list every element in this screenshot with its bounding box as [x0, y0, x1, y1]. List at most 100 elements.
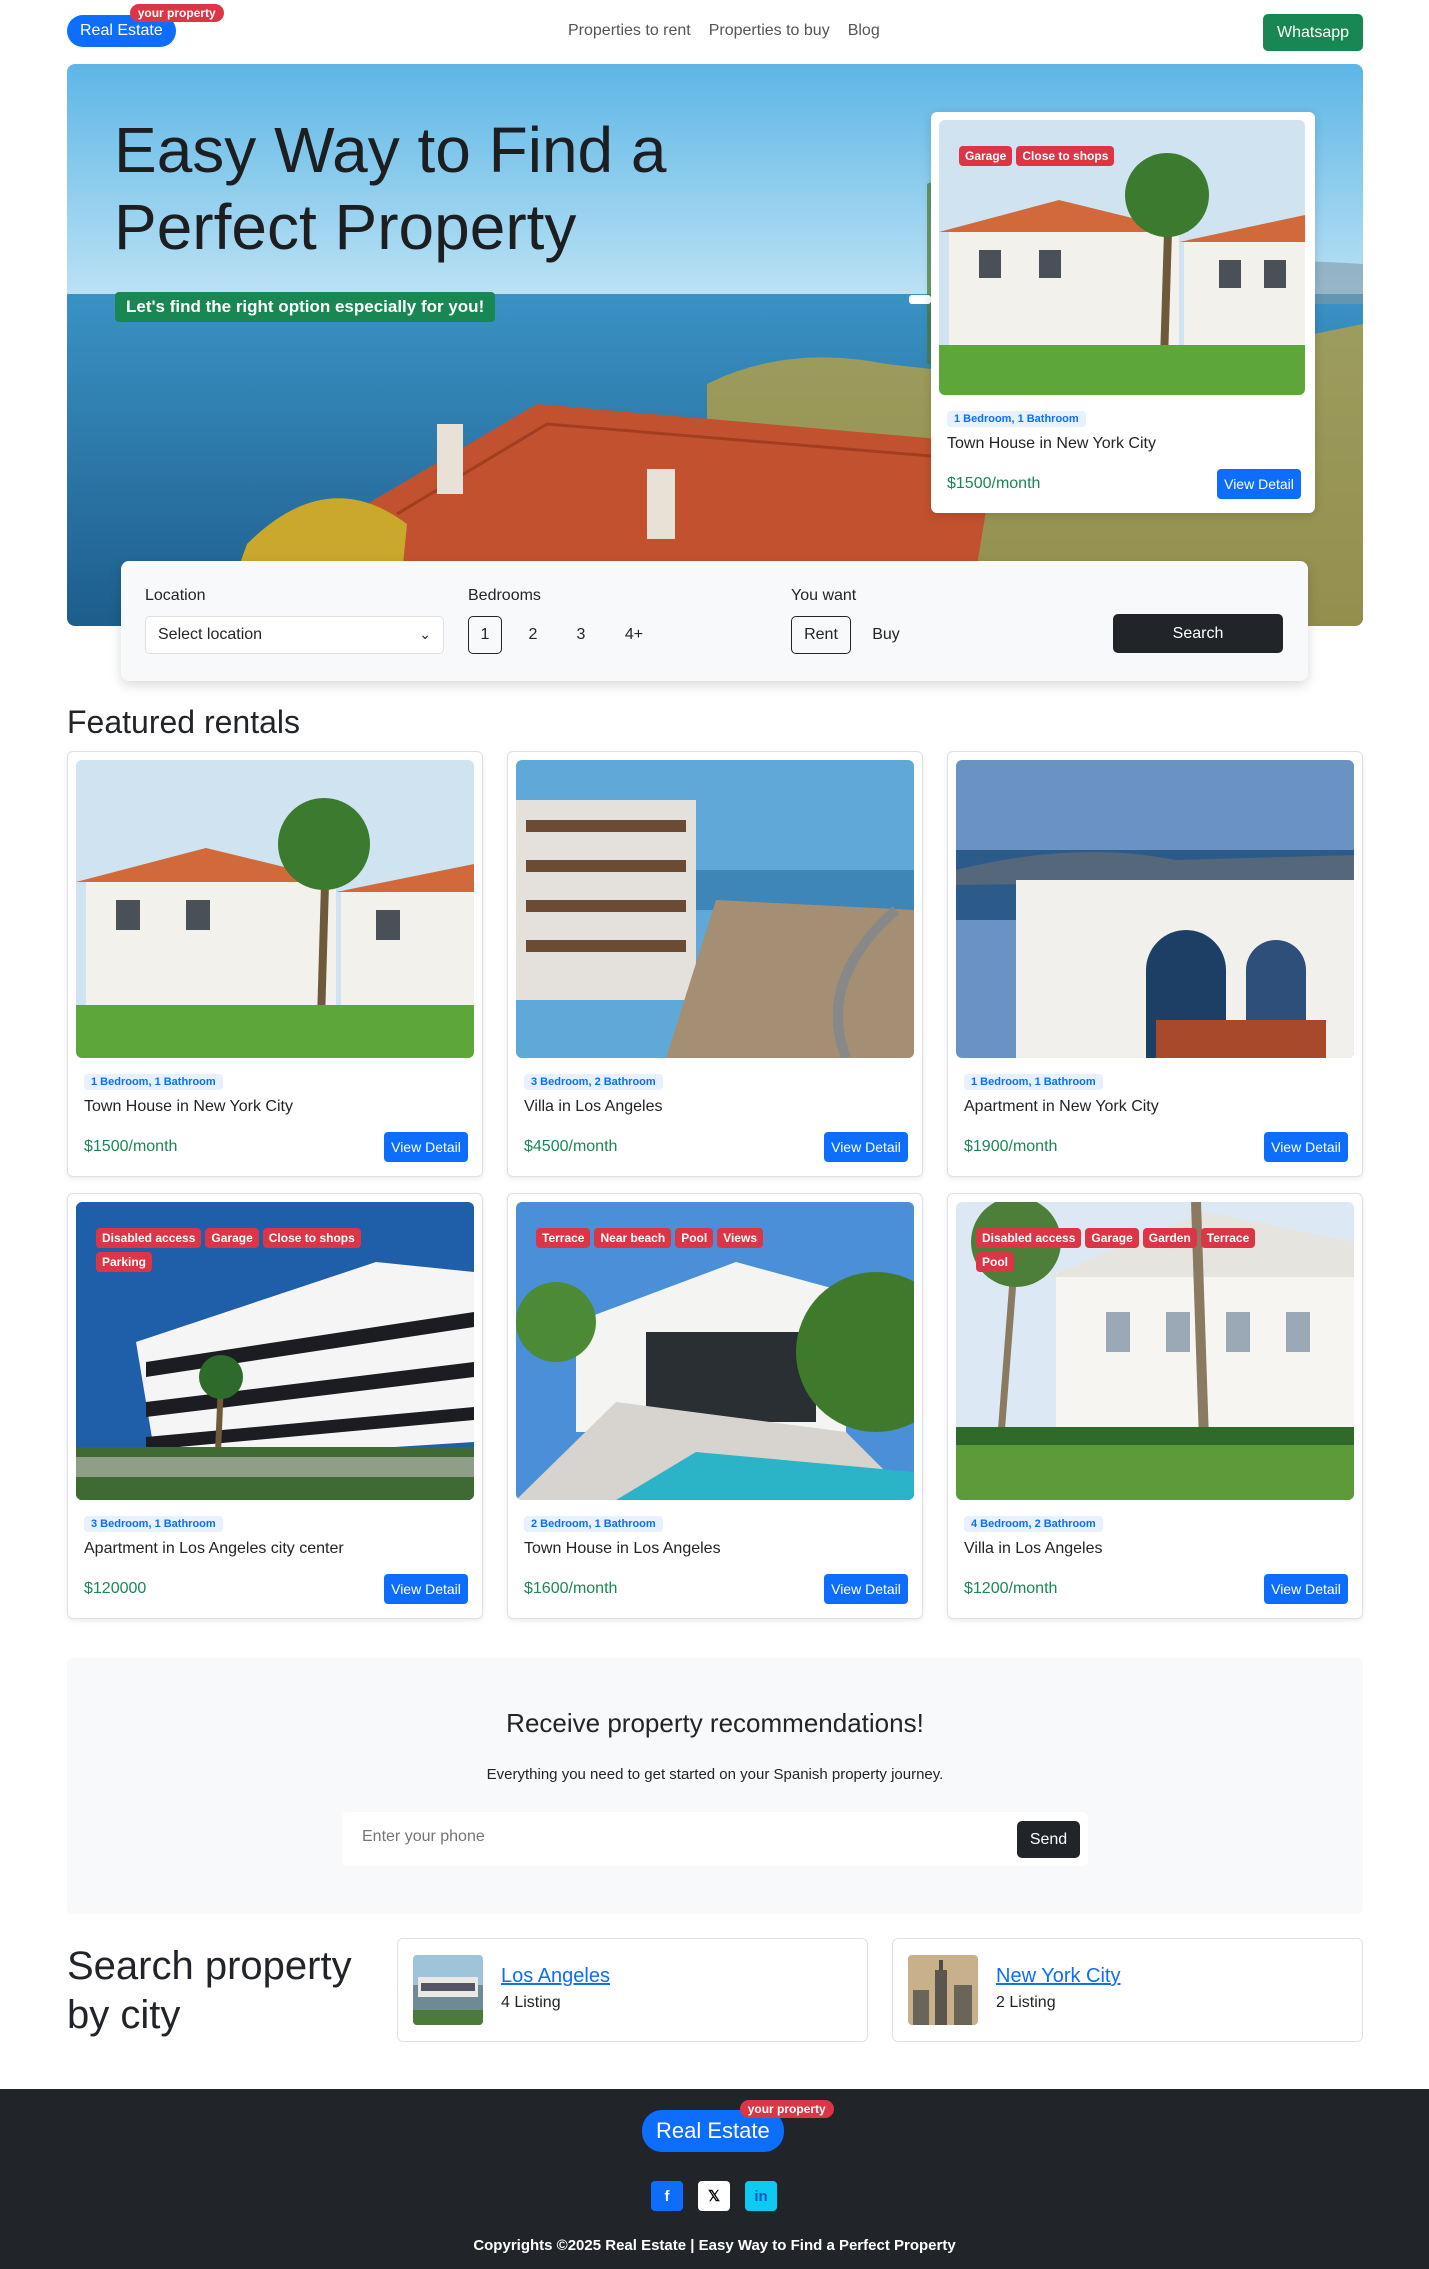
property-title: Villa in Los Angeles	[524, 1098, 663, 1115]
view-detail-button[interactable]: View Detail	[384, 1574, 468, 1604]
nav-properties-to-buy[interactable]: Properties to buy	[709, 22, 830, 40]
property-card[interactable]: 3 Bedroom, 2 Bathroom Villa in Los Angel…	[507, 751, 923, 1177]
property-image[interactable]	[956, 760, 1354, 1058]
tag: Terrace	[536, 1228, 591, 1248]
tag: Close to shops	[1016, 146, 1115, 166]
tag-list: Disabled access Garage Garden Terrace Pool	[976, 1228, 1274, 1272]
cities-title: Search property by city	[67, 1944, 352, 2037]
property-image[interactable]	[76, 760, 474, 1058]
tag: Garage	[1085, 1228, 1139, 1248]
bedrooms-option-2[interactable]: 2	[516, 616, 550, 654]
nav-blog[interactable]: Blog	[848, 22, 880, 40]
hero-property-card[interactable]: Garage Close to shops 1 Bedroom, 1 Bathr…	[931, 112, 1315, 513]
view-detail-button[interactable]: View Detail	[824, 1132, 908, 1162]
facebook-icon[interactable]: f	[651, 2181, 683, 2211]
view-detail-button[interactable]: View Detail	[1264, 1574, 1348, 1604]
want-buy-option[interactable]: Buy	[861, 616, 911, 654]
main-nav: Properties to rent Properties to buy Blo…	[568, 22, 880, 40]
bedroom-badge: 1 Bedroom, 1 Bathroom	[84, 1074, 223, 1090]
bedroom-badge: 2 Bedroom, 1 Bathroom	[524, 1516, 663, 1532]
property-image[interactable]: Terrace Near beach Pool Views	[516, 1202, 914, 1500]
phone-form: Send	[342, 1812, 1088, 1866]
bedroom-badge: 3 Bedroom, 2 Bathroom	[524, 1074, 663, 1090]
want-label: You want	[791, 587, 857, 604]
property-image[interactable]: Garage Close to shops	[939, 120, 1305, 395]
tag: Garden	[1142, 1228, 1197, 1248]
view-detail-button[interactable]: View Detail	[1264, 1132, 1348, 1162]
property-price: $1500/month	[84, 1138, 178, 1155]
property-title: Town House in Los Angeles	[524, 1540, 721, 1557]
brand-logo[interactable]: Real Estate your property	[67, 4, 224, 47]
linkedin-icon[interactable]: in	[745, 2181, 777, 2211]
chevron-down-icon: ⌄	[419, 626, 431, 642]
property-card[interactable]: 1 Bedroom, 1 Bathroom Apartment in New Y…	[947, 751, 1363, 1177]
city-link-los-angeles[interactable]: Los Angeles	[501, 1965, 610, 1988]
bedroom-badge: 3 Bedroom, 1 Bathroom	[84, 1516, 223, 1532]
property-title: Town House in New York City	[947, 435, 1156, 452]
city-link-new-york-city[interactable]: New York City	[996, 1965, 1121, 1988]
footer: Real Estate your property f 𝕏 in Copyrig…	[0, 2089, 1429, 2269]
want-rent-option[interactable]: Rent	[791, 616, 851, 654]
tag-list: Disabled access Garage Close to shops Parki…	[96, 1228, 394, 1272]
city-card-new-york-city[interactable]: New York City 2 Listing	[892, 1938, 1363, 2042]
tag: Views	[717, 1228, 763, 1248]
property-price: $1600/month	[524, 1580, 618, 1597]
property-card[interactable]: Terrace Near beach Pool Views 2 Bedroom, 1 …	[507, 1193, 923, 1619]
bedrooms-option-1[interactable]: 1	[468, 616, 502, 654]
nav-properties-to-rent[interactable]: Properties to rent	[568, 22, 691, 40]
property-image[interactable]	[516, 760, 914, 1058]
newsletter-text: Everything you need to get started on yo…	[486, 1766, 944, 1783]
property-card[interactable]: Disabled access Garage Close to shops Parki…	[67, 1193, 483, 1619]
tag: Disabled access	[96, 1228, 202, 1248]
city-card-los-angeles[interactable]: Los Angeles 4 Listing	[397, 1938, 868, 2042]
bedroom-badge: 1 Bedroom, 1 Bathroom	[947, 411, 1086, 427]
phone-input[interactable]	[362, 1828, 962, 1846]
brand-name: Real Estate	[656, 2118, 770, 2143]
location-select[interactable]: Select location ⌄	[145, 616, 444, 654]
bedroom-badge: 1 Bedroom, 1 Bathroom	[964, 1074, 1103, 1090]
search-panel: Location Select location ⌄ Bedrooms 1 2 …	[121, 561, 1308, 681]
search-button[interactable]: Search	[1113, 614, 1283, 653]
city-thumbnail	[413, 1955, 483, 2025]
location-label: Location	[145, 587, 206, 604]
brand-badge: your property	[129, 4, 224, 22]
property-title: Apartment in New York City	[964, 1098, 1159, 1115]
property-price: $1900/month	[964, 1138, 1058, 1155]
featured-title: Featured rentals	[67, 704, 301, 740]
property-price: $1200/month	[964, 1580, 1058, 1597]
brand-badge: your property	[739, 2100, 834, 2118]
bedroom-badge: 4 Bedroom, 2 Bathroom	[964, 1516, 1103, 1532]
view-detail-button[interactable]: View Detail	[1217, 469, 1301, 499]
hero-subtitle: Let's find the right option especially f…	[115, 292, 496, 322]
property-card[interactable]: Disabled access Garage Garden Terrace Pool 4…	[947, 1193, 1363, 1619]
property-price: $4500/month	[524, 1138, 618, 1155]
whatsapp-button[interactable]: Whatsapp	[1263, 14, 1363, 51]
property-price: $120000	[84, 1580, 147, 1597]
tag-list: Terrace Near beach Pool Views	[536, 1228, 834, 1248]
send-button[interactable]: Send	[1017, 1821, 1080, 1858]
city-listing-count: 2 Listing	[996, 1994, 1056, 2011]
view-detail-button[interactable]: View Detail	[384, 1132, 468, 1162]
hero-title: Easy Way to Find a Perfect Property	[114, 114, 667, 263]
newsletter-section: Receive property recommendations! Everyt…	[67, 1658, 1363, 1914]
city-thumbnail	[908, 1955, 978, 2025]
tag: Pool	[976, 1252, 1014, 1272]
bedrooms-option-4plus[interactable]: 4+	[612, 616, 656, 654]
property-title: Villa in Los Angeles	[964, 1540, 1103, 1557]
brand-name: Real Estate	[80, 22, 163, 39]
property-image[interactable]: Disabled access Garage Garden Terrace Pool	[956, 1202, 1354, 1500]
property-title: Apartment in Los Angeles city center	[84, 1540, 344, 1557]
x-icon[interactable]: 𝕏	[698, 2181, 730, 2211]
copyright-text: Copyrights ©2025 Real Estate | Easy Way …	[473, 2237, 956, 2254]
view-detail-button[interactable]: View Detail	[824, 1574, 908, 1604]
bedrooms-option-3[interactable]: 3	[564, 616, 598, 654]
tag: Parking	[96, 1252, 153, 1272]
tag: Garage	[959, 146, 1013, 166]
city-listing-count: 4 Listing	[501, 1994, 561, 2011]
property-image[interactable]: Disabled access Garage Close to shops Parki…	[76, 1202, 474, 1500]
tag: Garage	[205, 1228, 259, 1248]
tag: Terrace	[1200, 1228, 1256, 1248]
property-card[interactable]: 1 Bedroom, 1 Bathroom Town House in New …	[67, 751, 483, 1177]
newsletter-title: Receive property recommendations!	[506, 1708, 924, 1738]
footer-brand-logo[interactable]: Real Estate your property	[642, 2100, 834, 2152]
